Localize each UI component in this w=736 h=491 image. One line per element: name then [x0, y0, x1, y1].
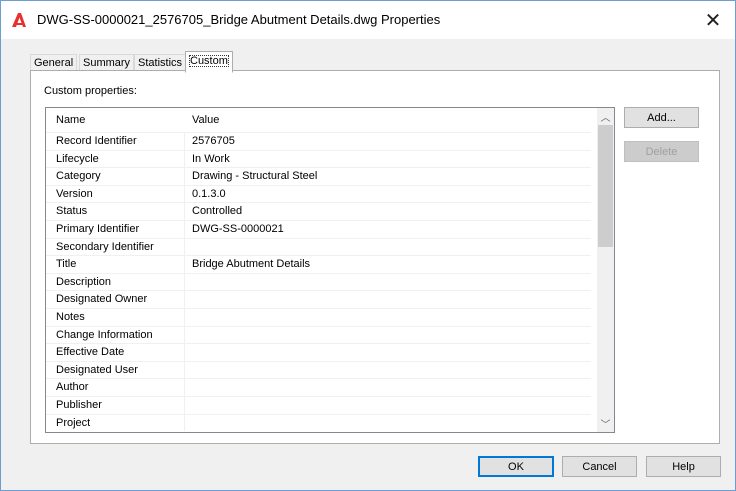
- cancel-button-label: Cancel: [582, 460, 617, 473]
- cancel-button[interactable]: Cancel: [562, 456, 637, 477]
- property-value-cell[interactable]: [185, 309, 591, 326]
- grid-header: Name Value: [46, 108, 591, 132]
- property-value-cell[interactable]: [185, 291, 591, 308]
- table-row[interactable]: Status Controlled: [46, 202, 591, 220]
- property-name-cell[interactable]: Designated User: [46, 361, 185, 379]
- property-name-cell[interactable]: Secondary Identifier: [46, 238, 185, 256]
- table-row[interactable]: Record Identifier 2576705: [46, 132, 591, 150]
- property-name-cell[interactable]: Designated Owner: [46, 291, 185, 308]
- property-value-cell[interactable]: Drawing - Structural Steel: [185, 168, 591, 185]
- add-button-label: Add...: [647, 111, 676, 124]
- property-value-cell[interactable]: [185, 362, 591, 379]
- table-row[interactable]: Change Information: [46, 325, 591, 344]
- property-value-cell[interactable]: Controlled: [185, 203, 591, 220]
- property-name-cell[interactable]: Effective Date: [46, 344, 185, 361]
- table-row[interactable]: Effective Date: [46, 343, 591, 361]
- property-value-cell[interactable]: [185, 327, 591, 344]
- table-row[interactable]: Primary Identifier DWG-SS-0000021: [46, 220, 591, 238]
- title-bar: DWG-SS-0000021_2576705_Bridge Abutment D…: [1, 1, 735, 39]
- property-value-cell[interactable]: In Work: [185, 151, 591, 168]
- table-row[interactable]: Category Drawing - Structural Steel: [46, 167, 591, 185]
- table-row[interactable]: Designated Owner: [46, 290, 591, 308]
- property-value-cell[interactable]: Bridge Abutment Details: [185, 256, 591, 273]
- table-row[interactable]: Designated User: [46, 360, 591, 379]
- property-value-cell[interactable]: [185, 274, 591, 291]
- table-row[interactable]: Author: [46, 378, 591, 396]
- property-name-cell[interactable]: Author: [46, 379, 185, 396]
- help-button[interactable]: Help: [646, 456, 721, 477]
- table-row[interactable]: Version 0.1.3.0: [46, 184, 591, 203]
- property-value-cell[interactable]: 2576705: [185, 133, 591, 150]
- table-row[interactable]: Description: [46, 272, 591, 291]
- tab-custom-label: Custom: [189, 55, 229, 67]
- custom-properties-grid[interactable]: Name Value Record Identifier 2576705 Lifec…: [45, 107, 615, 433]
- autocad-a-icon: [12, 13, 26, 27]
- property-value-cell[interactable]: [185, 239, 591, 256]
- tab-custom[interactable]: Custom: [185, 51, 233, 73]
- window-title: DWG-SS-0000021_2576705_Bridge Abutment D…: [37, 12, 441, 27]
- property-value-cell[interactable]: [185, 344, 591, 361]
- property-name-cell[interactable]: Status: [46, 203, 185, 220]
- table-row[interactable]: Publisher: [46, 396, 591, 414]
- property-name-cell[interactable]: Record Identifier: [46, 133, 185, 150]
- tab-general[interactable]: General: [30, 54, 78, 71]
- property-value-cell[interactable]: [185, 415, 591, 432]
- custom-properties-label: Custom properties:: [44, 85, 137, 97]
- ok-button[interactable]: OK: [478, 456, 554, 477]
- table-row[interactable]: Title Bridge Abutment Details: [46, 255, 591, 273]
- property-name-cell[interactable]: Primary Identifier: [46, 221, 185, 238]
- column-header-name[interactable]: Name: [46, 108, 185, 132]
- ok-button-label: OK: [508, 460, 524, 473]
- property-value-cell[interactable]: [185, 397, 591, 414]
- delete-button[interactable]: Delete: [624, 141, 699, 162]
- tab-statistics[interactable]: Statistics: [134, 54, 187, 71]
- property-name-cell[interactable]: Description: [46, 273, 185, 291]
- close-button[interactable]: ✕: [691, 1, 735, 39]
- property-value-cell[interactable]: [185, 379, 591, 396]
- property-name-cell[interactable]: Project: [46, 414, 185, 432]
- add-button[interactable]: Add...: [624, 107, 699, 128]
- property-name-cell[interactable]: Category: [46, 168, 185, 185]
- table-row[interactable]: Notes: [46, 308, 591, 326]
- table-row[interactable]: Secondary Identifier: [46, 237, 591, 256]
- scroll-up-arrow-icon[interactable]: ︿: [597, 108, 614, 125]
- property-name-cell[interactable]: Lifecycle: [46, 150, 185, 168]
- property-name-cell[interactable]: Title: [46, 256, 185, 273]
- column-header-value[interactable]: Value: [185, 108, 591, 132]
- scroll-down-arrow-icon[interactable]: ﹀: [597, 415, 614, 432]
- table-row[interactable]: Lifecycle In Work: [46, 149, 591, 168]
- custom-tab-panel: Custom properties: Name Value Record Ide…: [30, 70, 720, 444]
- property-value-cell[interactable]: 0.1.3.0: [185, 186, 591, 203]
- property-name-cell[interactable]: Change Information: [46, 326, 185, 344]
- help-button-label: Help: [672, 460, 695, 473]
- table-row[interactable]: Project: [46, 413, 591, 432]
- property-name-cell[interactable]: Publisher: [46, 397, 185, 414]
- vertical-scrollbar[interactable]: ︿ ﹀: [597, 108, 614, 432]
- property-name-cell[interactable]: Notes: [46, 309, 185, 326]
- tab-summary[interactable]: Summary: [79, 54, 135, 71]
- scroll-thumb[interactable]: [598, 125, 613, 247]
- delete-button-label: Delete: [645, 145, 678, 158]
- property-value-cell[interactable]: DWG-SS-0000021: [185, 221, 591, 238]
- properties-dialog: DWG-SS-0000021_2576705_Bridge Abutment D…: [0, 0, 736, 491]
- property-name-cell[interactable]: Version: [46, 185, 185, 203]
